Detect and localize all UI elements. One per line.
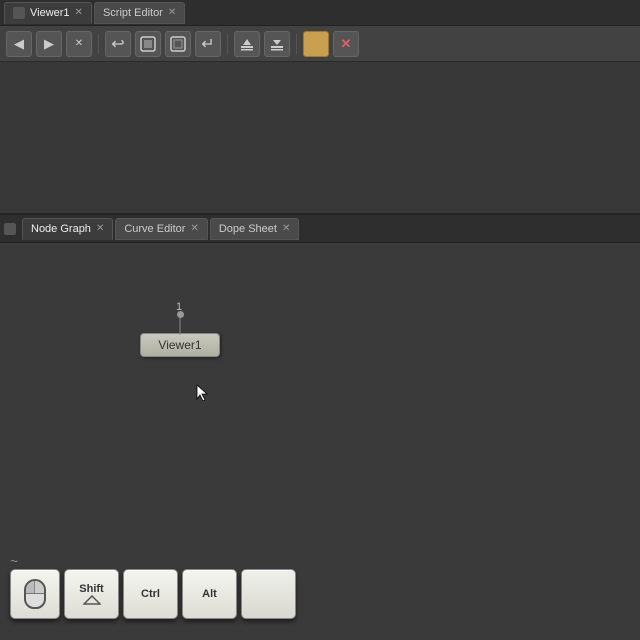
- shift-label: Shift: [79, 583, 103, 595]
- alt-key[interactable]: Alt: [182, 569, 237, 619]
- top-tab-bar: Viewer1 ✕ Script Editor ✕: [0, 0, 640, 26]
- tab-viewer1-label: Viewer1: [30, 7, 70, 19]
- separator-1: [98, 34, 99, 54]
- node-graph-area[interactable]: 1 Viewer1 ~: [0, 243, 640, 640]
- ctrl-label: Ctrl: [141, 588, 160, 600]
- forward-button[interactable]: ▶: [36, 31, 62, 57]
- tab-viewer1[interactable]: Viewer1 ✕: [4, 2, 92, 24]
- separator-2: [227, 34, 228, 54]
- undo-button[interactable]: ↩: [105, 31, 131, 57]
- separator-3: [296, 34, 297, 54]
- shift-icon: [83, 595, 101, 605]
- mouse-divider: [26, 593, 44, 594]
- close-button[interactable]: ✕: [66, 31, 92, 57]
- tab-dope-sheet-close[interactable]: ✕: [282, 224, 290, 234]
- download-button[interactable]: [234, 31, 260, 57]
- tab-curve-editor[interactable]: Curve Editor ✕: [115, 218, 208, 240]
- tab-script-editor-label: Script Editor: [103, 7, 163, 19]
- viewer2-button[interactable]: [165, 31, 191, 57]
- viewer1-icon: [13, 7, 25, 19]
- back-button[interactable]: ◀: [6, 31, 32, 57]
- top-toolbar: ◀ ▶ ✕ ↩ ↵ ✕: [0, 26, 640, 62]
- tab-dope-sheet[interactable]: Dope Sheet ✕: [210, 218, 300, 240]
- tab-node-graph[interactable]: Node Graph ✕: [22, 218, 113, 240]
- shortcuts-area: ~ Shift: [0, 545, 320, 640]
- tab-curve-editor-label: Curve Editor: [124, 223, 185, 235]
- node-label: Viewer1: [158, 338, 201, 352]
- clear-button[interactable]: ✕: [333, 31, 359, 57]
- mouse-left-btn: [26, 581, 35, 593]
- tab-script-editor[interactable]: Script Editor ✕: [94, 2, 185, 24]
- viewer1-node[interactable]: 1 Viewer1: [140, 333, 220, 357]
- mouse-body-icon: [24, 579, 46, 609]
- upload-button[interactable]: [264, 31, 290, 57]
- mouse-cursor: [195, 383, 209, 401]
- alt-label: Alt: [202, 588, 217, 600]
- node-connector-dot: [177, 311, 184, 318]
- shift-key[interactable]: Shift: [64, 569, 119, 619]
- enter-button[interactable]: ↵: [195, 31, 221, 57]
- tab-dope-sheet-label: Dope Sheet: [219, 223, 277, 235]
- tab-node-graph-label: Node Graph: [31, 223, 91, 235]
- viewer-content: [0, 62, 640, 213]
- top-panel: Viewer1 ✕ Script Editor ✕ ◀ ▶ ✕ ↩ ↵ ✕: [0, 0, 640, 215]
- tab-curve-editor-close[interactable]: ✕: [190, 224, 198, 234]
- viewer-button[interactable]: [135, 31, 161, 57]
- tab-node-graph-close[interactable]: ✕: [96, 224, 104, 234]
- panel-icon: [4, 223, 16, 235]
- bottom-panel: Node Graph ✕ Curve Editor ✕ Dope Sheet ✕…: [0, 215, 640, 640]
- tab-script-editor-close[interactable]: ✕: [168, 8, 176, 18]
- blank-key[interactable]: [241, 569, 296, 619]
- mouse-right-btn: [35, 581, 44, 593]
- ctrl-key[interactable]: Ctrl: [123, 569, 178, 619]
- mouse-key[interactable]: [10, 569, 60, 619]
- key-row: Shift Ctrl Alt: [10, 569, 310, 619]
- bottom-tab-bar: Node Graph ✕ Curve Editor ✕ Dope Sheet ✕: [0, 215, 640, 243]
- tilde-icon: ~: [10, 553, 18, 569]
- tab-viewer1-close[interactable]: ✕: [75, 8, 83, 18]
- color-button[interactable]: [303, 31, 329, 57]
- node-box[interactable]: Viewer1: [140, 333, 220, 357]
